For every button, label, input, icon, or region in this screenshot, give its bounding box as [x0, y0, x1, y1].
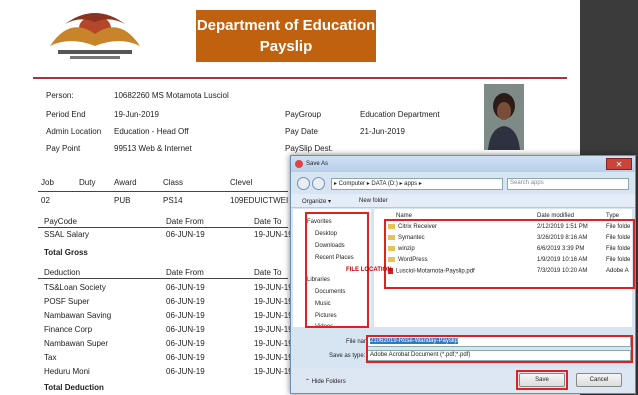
pay-point-label: Pay Point [46, 144, 81, 153]
gross-row-from: 06-JUN-19 [166, 230, 205, 239]
deduction-name: TS&Loan Society [44, 283, 106, 292]
png-crest-logo [50, 13, 140, 59]
file-highlight-box [384, 219, 635, 289]
deduction-date-to: 19-JUN-19 [254, 353, 293, 362]
deduction-date-to: 19-JUN-19 [254, 367, 293, 376]
banner-title: Department of Education [196, 17, 376, 34]
job-cell-3: PS14 [163, 196, 183, 205]
admin-location-label: Admin Location [46, 127, 102, 136]
new-folder-button[interactable]: New folder [359, 198, 388, 204]
gross-row-to: 19-JUN-19 [254, 230, 293, 239]
period-end-value: 19-Jun-2019 [114, 110, 159, 119]
deduction-date-from: 06-JUN-19 [166, 339, 205, 348]
person-label: Person: [46, 91, 74, 100]
job-cell-0: 02 [41, 196, 50, 205]
deduction-name: Finance Corp [44, 325, 93, 334]
deduction-name: Tax [44, 353, 57, 362]
save-type-label: Save as type: [329, 353, 366, 359]
deduction-date-from: 06-JUN-19 [166, 311, 205, 320]
gross-header-1: Date From [166, 217, 204, 226]
job-cell-2: PUB [114, 196, 131, 205]
back-arrow-icon[interactable] [297, 177, 310, 190]
job-header-rule [38, 191, 288, 192]
gross-header-2: Date To [254, 217, 282, 226]
person-photo-icon [488, 93, 520, 150]
job-header-0: Job [41, 178, 54, 187]
employee-photo [484, 84, 524, 150]
deduction-date-to: 19-JUN-19 [254, 297, 293, 306]
deduction-date-to: 19-JUN-19 [254, 311, 293, 320]
header-divider [33, 77, 567, 79]
file-location-label: FILE LOCATION [346, 267, 392, 273]
deduction-date-from: 06-JUN-19 [166, 367, 205, 376]
deduction-name: Heduru Moni [44, 367, 90, 376]
save-as-dialog: Save As ✕ ▸ Computer ▸ DATA (D:) ▸ apps … [290, 155, 636, 394]
banner-subtitle: Payslip [259, 38, 313, 55]
app-icon [295, 160, 303, 168]
job-header-1: Duty [79, 178, 96, 187]
deduction-name: POSF Super [44, 297, 90, 306]
gross-header-rule [38, 227, 288, 228]
payslip-dest-label: PaySlip Dest. [285, 144, 334, 153]
paygroup-label: PayGroup [285, 110, 322, 119]
save-highlight-box [516, 370, 568, 390]
dialog-titlebar: Save As ✕ [291, 156, 635, 172]
job-header-4: Clevel [230, 178, 253, 187]
job-header-3: Class [163, 178, 184, 187]
hide-folders-button[interactable]: ⌃ Hide Folders [305, 378, 346, 385]
breadcrumb: ▸ Computer ▸ DATA (D:) ▸ apps ▸ [334, 181, 422, 187]
cancel-button[interactable]: Cancel [576, 373, 622, 387]
department-banner: Department of Education Payslip [196, 10, 376, 62]
deduction-date-to: 19-JUN-19 [254, 339, 293, 348]
deduction-date-from: 06-JUN-19 [166, 283, 205, 292]
job-header-2: Award [114, 178, 137, 187]
close-button[interactable]: ✕ [606, 158, 632, 170]
deduction-name: Nambawan Saving [44, 311, 112, 320]
dialog-toolbar: Organize ▾ New folder [291, 194, 635, 208]
deduction-header-rule [38, 278, 288, 279]
pay-point-value: 99513 Web & Internet [114, 144, 192, 153]
period-end-label: Period End [46, 110, 86, 119]
deduction-date-to: 19-JUN-19 [254, 325, 293, 334]
deduction-header-0: Deduction [44, 268, 81, 277]
pay-date-value: 21-Jun-2019 [360, 127, 405, 136]
deduction-date-from: 06-JUN-19 [166, 325, 205, 334]
gross-row-paycode: SSAL Salary [44, 230, 90, 239]
pay-date-label: Pay Date [285, 127, 318, 136]
person-value: 10682260 MS Motamota Lusciol [114, 91, 229, 100]
deduction-header-2: Date To [254, 268, 282, 277]
dialog-title: Save As [306, 161, 329, 167]
total-deduction: Total Deduction [44, 383, 104, 392]
paygroup-value: Education Department [360, 110, 440, 119]
deduction-date-from: 06-JUN-19 [166, 297, 205, 306]
admin-location-value: Education - Head Off [114, 127, 189, 136]
hide-folders-label: Hide Folders [311, 379, 346, 385]
total-gross: Total Gross [44, 248, 88, 257]
gross-header-0: PayCode [44, 217, 77, 226]
deduction-header-1: Date From [166, 268, 204, 277]
search-placeholder: Search apps [510, 180, 544, 186]
deduction-date-to: 19-JUN-19 [254, 283, 293, 292]
filename-highlight-box [366, 335, 633, 363]
address-bar[interactable]: ▸ Computer ▸ DATA (D:) ▸ apps ▸ [331, 178, 503, 190]
forward-arrow-icon[interactable] [312, 177, 325, 190]
search-input[interactable]: Search apps [507, 178, 629, 190]
job-cell-4: 109EDUICTWEI [230, 196, 289, 205]
deduction-name: Nambawan Super [44, 339, 109, 348]
deduction-date-from: 06-JUN-19 [166, 353, 205, 362]
organize-button[interactable]: Organize ▾ [302, 198, 331, 205]
